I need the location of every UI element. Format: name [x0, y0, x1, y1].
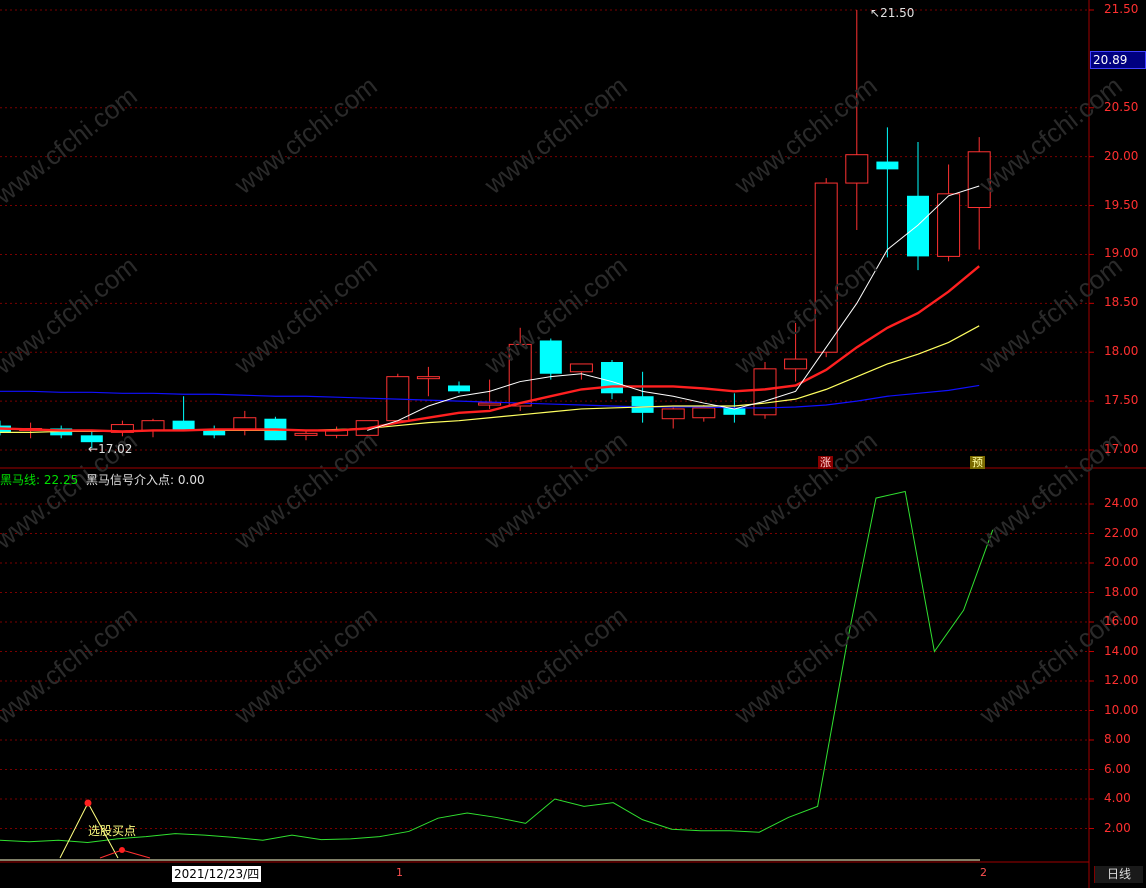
low-arrow-icon: ← — [88, 442, 99, 456]
indicator-tick-label: 16.00 — [1104, 614, 1139, 628]
price-tick-label: 18.00 — [1104, 344, 1139, 359]
low-price-label: ←17.02 — [88, 442, 133, 456]
high-arrow-icon: ↖ — [870, 6, 881, 20]
signal-dot-small — [119, 847, 125, 853]
candle-down — [203, 430, 226, 436]
current-price-label: 20.89 — [1090, 51, 1146, 69]
candle-down — [601, 362, 623, 394]
candle-up — [508, 343, 532, 407]
chart-frame — [0, 0, 1146, 888]
candle-up — [294, 432, 318, 436]
legend-signal: 黑马信号介入点: 0.00 — [86, 473, 205, 487]
candle-up — [569, 363, 593, 373]
candle-up — [661, 408, 685, 420]
signal-badge-zhang[interactable]: 涨 — [818, 456, 833, 469]
month-marker-1: 1 — [396, 866, 403, 879]
candle-up — [784, 358, 808, 370]
legend-black-horse-line: 黑马线: 22.25 — [0, 473, 79, 487]
period-selector[interactable]: 日线 — [1094, 866, 1143, 883]
candle-down — [448, 385, 470, 392]
price-tick-label: 19.50 — [1104, 197, 1139, 212]
indicator-tick-label: 6.00 — [1104, 761, 1131, 776]
price-tick-label: 17.50 — [1104, 393, 1139, 408]
candle-down — [631, 396, 654, 413]
candle-up — [967, 151, 991, 209]
high-price-label: ↖21.50 — [870, 6, 915, 20]
indicator-tick-label: 20.00 — [1104, 555, 1139, 569]
price-tick-label: 19.00 — [1104, 246, 1139, 261]
indicator-tick-label: 10.00 — [1104, 702, 1139, 717]
buy-point-annotation: 选股买点 — [88, 824, 137, 838]
indicator-tick-label: 14.00 — [1104, 643, 1139, 658]
indicator-tick-label: 18.00 — [1104, 584, 1139, 599]
indicator-legend: 黑马线: 22.25 黑马信号介入点: 0.00 — [0, 471, 205, 488]
price-tick-label: 20.50 — [1104, 99, 1139, 114]
indicator-tick-label: 8.00 — [1104, 732, 1131, 746]
price-tick-label: 20.00 — [1104, 148, 1139, 163]
candle-up — [416, 376, 440, 380]
indicator-tick-label: 12.00 — [1104, 673, 1139, 687]
crosshair-date: 2021/12/23/四 — [172, 866, 262, 882]
candle-up — [478, 402, 502, 406]
candle-down — [907, 195, 929, 257]
signal-badge-yu[interactable]: 预 — [970, 456, 985, 469]
grid-lines — [0, 9, 1089, 829]
black-horse-series — [0, 490, 994, 844]
price-tick-label: 18.50 — [1104, 295, 1139, 310]
candle-up — [814, 182, 838, 353]
indicator-tick-label: 2.00 — [1104, 820, 1131, 835]
black-horse-line — [0, 490, 994, 859]
price-tick-label: 17.00 — [1104, 442, 1139, 456]
indicator-tick-label: 22.00 — [1104, 525, 1139, 540]
month-marker-2: 2 — [980, 866, 987, 879]
indicator-tick-label: 4.00 — [1104, 791, 1131, 805]
candle-down — [539, 340, 562, 374]
candle-down — [876, 161, 899, 170]
candle-up — [692, 407, 716, 419]
buy-signal-red — [99, 849, 151, 859]
indicator-tick-label: 24.00 — [1104, 496, 1139, 510]
stock-chart[interactable] — [0, 0, 1146, 888]
price-tick-label: 21.50 — [1104, 2, 1139, 16]
candle-down — [172, 420, 195, 431]
candle-up — [141, 420, 165, 431]
buy-signal-dot — [84, 799, 92, 807]
candle-up — [845, 154, 869, 184]
